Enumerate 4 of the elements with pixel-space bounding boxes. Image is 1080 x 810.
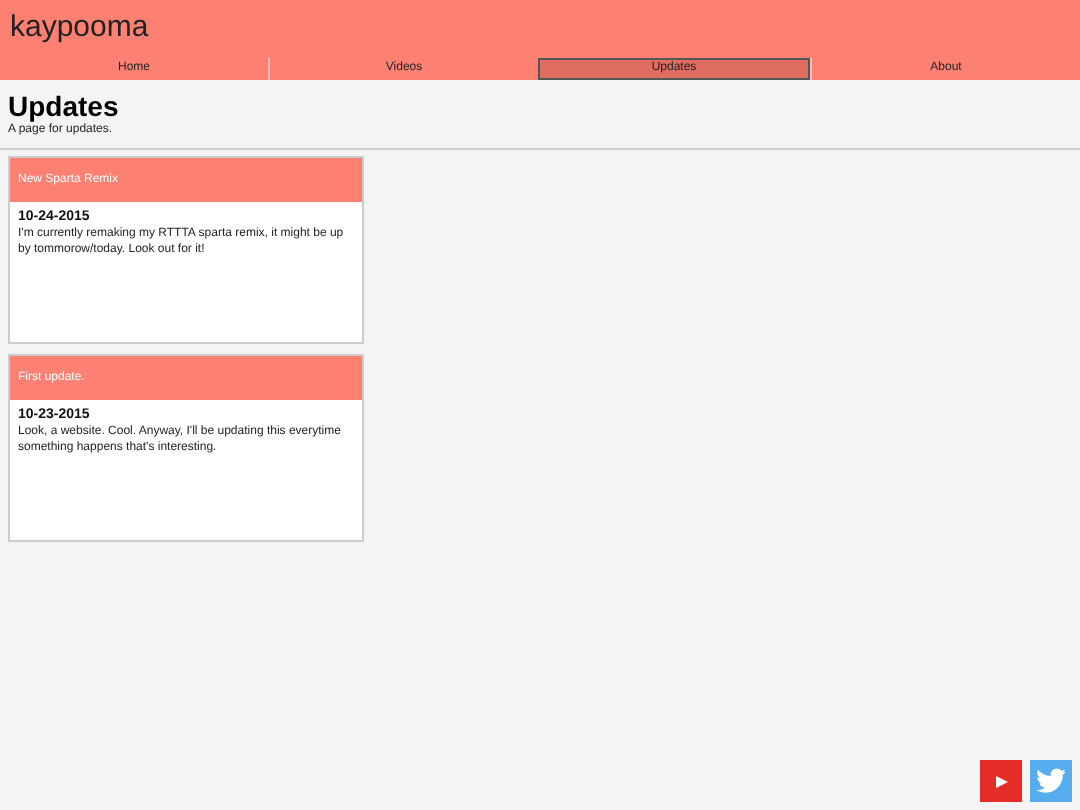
site-title: kaypooma <box>10 8 149 49</box>
play-icon[interactable] <box>980 760 1022 802</box>
page-heading: Updates <box>8 90 121 122</box>
bird-icon[interactable] <box>1030 760 1072 802</box>
